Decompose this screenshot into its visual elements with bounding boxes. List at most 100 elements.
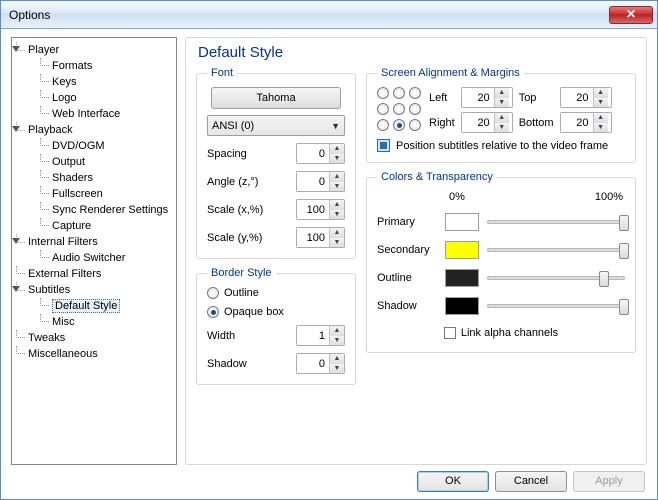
scaley-spinner[interactable]: ▲▼ bbox=[296, 227, 345, 248]
tree-keys[interactable]: Keys bbox=[40, 74, 174, 90]
slider-thumb[interactable] bbox=[619, 215, 629, 231]
tree-internal-filters[interactable]: Internal Filters Audio Switcher bbox=[16, 234, 174, 266]
down-icon[interactable]: ▼ bbox=[330, 182, 344, 192]
bottom-input[interactable] bbox=[561, 113, 593, 132]
scaley-input[interactable] bbox=[297, 228, 329, 247]
angle-label: Angle (z,°) bbox=[207, 176, 258, 188]
tree-subtitles[interactable]: Subtitles Default Style Misc bbox=[16, 282, 174, 330]
scalex-spinner[interactable]: ▲▼ bbox=[296, 199, 345, 220]
up-icon[interactable]: ▲ bbox=[330, 144, 344, 154]
spacing-spinner[interactable]: ▲▼ bbox=[296, 143, 345, 164]
down-icon[interactable]: ▼ bbox=[330, 336, 344, 346]
align-ml[interactable] bbox=[377, 103, 389, 115]
up-icon[interactable]: ▲ bbox=[330, 172, 344, 182]
colors-group: Colors & Transparency 0%100% Primary Sec… bbox=[366, 171, 636, 353]
align-mr[interactable] bbox=[409, 103, 421, 115]
down-icon[interactable]: ▼ bbox=[330, 238, 344, 248]
tree-shaders[interactable]: Shaders bbox=[40, 170, 174, 186]
down-icon[interactable]: ▼ bbox=[330, 364, 344, 374]
align-br[interactable] bbox=[409, 119, 421, 131]
tree-misc[interactable]: Misc bbox=[40, 314, 174, 330]
shadow-swatch[interactable] bbox=[445, 297, 479, 315]
slider-thumb[interactable] bbox=[619, 299, 629, 315]
down-icon[interactable]: ▼ bbox=[495, 123, 509, 133]
shadow-label: Shadow bbox=[207, 358, 247, 370]
up-icon[interactable]: ▲ bbox=[330, 354, 344, 364]
tree-playback[interactable]: Playback DVD/OGM Output Shaders Fullscre… bbox=[16, 122, 174, 234]
left-spinner[interactable]: ▲▼ bbox=[461, 87, 513, 108]
tree-logo[interactable]: Logo bbox=[40, 90, 174, 106]
down-icon[interactable]: ▼ bbox=[330, 154, 344, 164]
scalex-input[interactable] bbox=[297, 200, 329, 219]
align-tr[interactable] bbox=[409, 87, 421, 99]
nav-tree[interactable]: Player Formats Keys Logo Web Interface P… bbox=[11, 37, 177, 465]
shadow-input[interactable] bbox=[297, 354, 329, 373]
tree-tweaks[interactable]: Tweaks bbox=[16, 330, 174, 346]
up-icon[interactable]: ▲ bbox=[594, 113, 608, 123]
cancel-button[interactable]: Cancel bbox=[495, 471, 567, 492]
secondary-swatch[interactable] bbox=[445, 241, 479, 259]
align-mc[interactable] bbox=[393, 103, 405, 115]
ok-button[interactable]: OK bbox=[417, 471, 489, 492]
tree-audio-switcher[interactable]: Audio Switcher bbox=[40, 250, 174, 266]
font-face-button[interactable]: Tahoma bbox=[211, 87, 341, 109]
shadow-spinner[interactable]: ▲▼ bbox=[296, 353, 345, 374]
down-icon[interactable]: ▼ bbox=[594, 123, 608, 133]
angle-input[interactable] bbox=[297, 172, 329, 191]
relative-position-check[interactable]: Position subtitles relative to the video… bbox=[377, 139, 625, 152]
primary-slider[interactable] bbox=[487, 220, 625, 224]
opaque-radio[interactable]: Opaque box bbox=[207, 306, 284, 318]
down-icon[interactable]: ▼ bbox=[594, 98, 608, 108]
close-button[interactable]: ✕ bbox=[609, 6, 653, 24]
down-icon[interactable]: ▼ bbox=[330, 210, 344, 220]
tree-fullscreen[interactable]: Fullscreen bbox=[40, 186, 174, 202]
tree-miscellaneous[interactable]: Miscellaneous bbox=[16, 346, 174, 362]
tree-sync[interactable]: Sync Renderer Settings bbox=[40, 202, 174, 218]
shadowc-slider[interactable] bbox=[487, 304, 625, 308]
align-bc[interactable] bbox=[393, 119, 405, 131]
align-tc[interactable] bbox=[393, 87, 405, 99]
up-icon[interactable]: ▲ bbox=[330, 228, 344, 238]
secondary-slider[interactable] bbox=[487, 248, 625, 252]
slider-thumb[interactable] bbox=[619, 243, 629, 259]
align-tl[interactable] bbox=[377, 87, 389, 99]
width-spinner[interactable]: ▲▼ bbox=[296, 325, 345, 346]
width-input[interactable] bbox=[297, 326, 329, 345]
chevron-down-icon bbox=[12, 238, 20, 244]
right-input[interactable] bbox=[462, 113, 494, 132]
up-icon[interactable]: ▲ bbox=[594, 88, 608, 98]
align-bl[interactable] bbox=[377, 119, 389, 131]
tree-default-style[interactable]: Default Style bbox=[40, 298, 174, 314]
tree-capture[interactable]: Capture bbox=[40, 218, 174, 234]
outline-radio[interactable]: Outline bbox=[207, 287, 259, 299]
top-spinner[interactable]: ▲▼ bbox=[560, 87, 612, 108]
top-input[interactable] bbox=[561, 88, 593, 107]
up-icon[interactable]: ▲ bbox=[495, 88, 509, 98]
pct-0: 0% bbox=[449, 191, 465, 203]
left-input[interactable] bbox=[462, 88, 494, 107]
slider-thumb[interactable] bbox=[599, 271, 609, 287]
down-icon[interactable]: ▼ bbox=[495, 98, 509, 108]
tree-output[interactable]: Output bbox=[40, 154, 174, 170]
link-alpha-check[interactable]: Link alpha channels bbox=[444, 327, 558, 339]
right-spinner[interactable]: ▲▼ bbox=[461, 112, 513, 133]
tree-dvd[interactable]: DVD/OGM bbox=[40, 138, 174, 154]
top-label: Top bbox=[519, 92, 554, 104]
up-icon[interactable]: ▲ bbox=[330, 326, 344, 336]
outline-slider[interactable] bbox=[487, 276, 625, 280]
tree-external-filters[interactable]: External Filters bbox=[16, 266, 174, 282]
chevron-down-icon: ▼ bbox=[331, 121, 340, 131]
tree-web-interface[interactable]: Web Interface bbox=[40, 106, 174, 122]
spacing-input[interactable] bbox=[297, 144, 329, 163]
alignment-grid[interactable] bbox=[377, 87, 423, 133]
up-icon[interactable]: ▲ bbox=[495, 113, 509, 123]
outline-swatch[interactable] bbox=[445, 269, 479, 287]
primary-swatch[interactable] bbox=[445, 213, 479, 231]
charset-combo[interactable]: ANSI (0) ▼ bbox=[207, 115, 345, 136]
tree-formats[interactable]: Formats bbox=[40, 58, 174, 74]
angle-spinner[interactable]: ▲▼ bbox=[296, 171, 345, 192]
apply-button[interactable]: Apply bbox=[573, 471, 645, 492]
up-icon[interactable]: ▲ bbox=[330, 200, 344, 210]
bottom-spinner[interactable]: ▲▼ bbox=[560, 112, 612, 133]
tree-player[interactable]: Player Formats Keys Logo Web Interface bbox=[16, 42, 174, 122]
